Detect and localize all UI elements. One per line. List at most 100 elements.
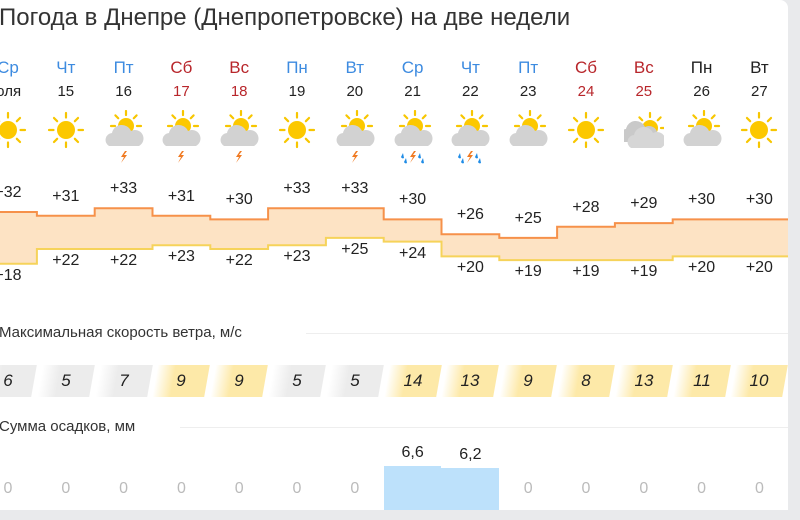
- wind-speed-cell: 7: [94, 365, 153, 397]
- wind-speed-cell: 13: [441, 365, 500, 397]
- low-temperature-label: +22: [225, 252, 253, 269]
- precipitation-value: 0: [754, 480, 764, 497]
- weather-icon: [0, 111, 27, 149]
- wind-section-title: Максимальная скорость ветра, м/с: [0, 324, 242, 341]
- temperature-band: [268, 208, 327, 246]
- temperature-band: [614, 223, 674, 261]
- precipitation-value: 6,2: [459, 446, 482, 463]
- weather-icon: [567, 111, 605, 149]
- temperature-band: [0, 212, 38, 264]
- precipitation-value: 0: [61, 480, 71, 497]
- thunder-icon: [236, 151, 243, 163]
- weather-icon: [47, 111, 84, 149]
- precipitation-value: 0: [639, 480, 649, 497]
- high-temperature-label: +33: [283, 180, 311, 198]
- weather-icon: [105, 110, 144, 146]
- sun-icon: [278, 111, 316, 149]
- precipitation-value: 0: [350, 480, 360, 497]
- wind-speed-cell: 11: [672, 365, 731, 397]
- wind-speed-value: 11: [692, 371, 711, 390]
- precipitation-icon: [120, 151, 127, 163]
- divider: [180, 427, 788, 428]
- sun-cloud-icon: [451, 110, 490, 146]
- low-temperature-label: +25: [341, 240, 369, 258]
- low-temperature-label: +23: [167, 248, 195, 266]
- low-temperature-label: +18: [0, 266, 22, 284]
- precipitation-value: 0: [292, 480, 302, 497]
- wind-speed-cell: 5: [268, 365, 326, 397]
- wind-speed-cell: 9: [499, 365, 558, 397]
- temperature-band: [383, 219, 442, 242]
- precipitation-icon: [458, 151, 482, 164]
- wind-speed-value: 14: [403, 371, 423, 390]
- sun-cloud-icon: [683, 110, 722, 146]
- high-temperature-label: +30: [688, 191, 716, 209]
- temperature-band: [557, 226, 616, 261]
- weather-icon: [394, 110, 433, 146]
- precipitation-bar: [383, 466, 442, 510]
- precipitation-value: 0: [523, 480, 533, 497]
- weather-icon: [336, 110, 375, 146]
- temperature-band: [441, 234, 500, 257]
- forecast-card: Погода в Днепре (Днепропетровске) на две…: [0, 0, 788, 510]
- low-temperature-label: +19: [630, 263, 658, 281]
- wind-speed-cell: 13: [614, 365, 673, 397]
- precipitation-icon: [351, 151, 358, 163]
- divider: [306, 333, 788, 334]
- precipitation-icon: [236, 151, 243, 163]
- wind-speed-cell: 6: [0, 365, 37, 397]
- thunder-icon: [351, 151, 358, 163]
- sun-cloud-icon: [336, 110, 375, 146]
- weather-icon: [683, 110, 722, 146]
- weather-icon: [509, 110, 548, 146]
- low-temperature-label: +23: [283, 248, 311, 266]
- sun-cloud-icon: [162, 110, 201, 146]
- cloudy-sun-icon: [623, 111, 664, 148]
- thunder-icon: [178, 151, 185, 163]
- wind-speed-value: 9: [234, 371, 244, 390]
- wind-speed-value: 13: [460, 371, 480, 390]
- high-temperature-label: +30: [745, 191, 773, 209]
- wind-speed-value: 5: [292, 371, 302, 390]
- wind-speed-cell: 5: [325, 365, 384, 397]
- low-temperature-label: +24: [399, 244, 427, 262]
- temperature-band: [499, 237, 558, 261]
- wind-speed-cell: 14: [383, 365, 442, 397]
- sun-icon: [0, 111, 27, 149]
- high-temperature-label: +30: [225, 191, 253, 209]
- temperature-band: [325, 208, 385, 238]
- sun-cloud-icon: [220, 110, 259, 146]
- high-temperature-label: +28: [572, 198, 600, 216]
- high-temperature-label: +33: [110, 180, 138, 198]
- rain-thunder-icon: [400, 151, 424, 164]
- wind-speed-cell: 9: [210, 365, 269, 397]
- high-temperature-label: +31: [167, 187, 195, 205]
- sun-cloud-icon: [394, 110, 433, 146]
- low-temperature-label: +22: [52, 252, 80, 269]
- precipitation-value: 0: [234, 480, 244, 497]
- temperature-band: [672, 219, 731, 257]
- wind-speed-cell: 5: [36, 365, 95, 397]
- high-temperature-label: +31: [52, 187, 80, 205]
- precipitation-icon: [400, 151, 424, 164]
- weather-icon: [162, 110, 201, 146]
- high-temperature-label: +30: [399, 191, 427, 209]
- sun-icon: [741, 111, 778, 149]
- low-temperature-label: +19: [514, 263, 542, 281]
- sun-cloud-icon: [509, 110, 548, 146]
- weather-icon: [220, 110, 259, 146]
- precipitation-icon: [178, 151, 185, 163]
- wind-speed-cell: 8: [557, 365, 615, 397]
- precipitation-bar: [441, 468, 500, 510]
- low-temperature-label: +20: [456, 259, 484, 277]
- high-temperature-label: +29: [630, 195, 658, 213]
- wind-speed-value: 10: [749, 371, 769, 390]
- sun-icon: [567, 111, 605, 149]
- low-temperature-label: +19: [572, 263, 600, 281]
- high-temperature-label: +33: [341, 180, 369, 198]
- temperature-band: [94, 208, 153, 249]
- low-temperature-label: +22: [110, 252, 138, 269]
- precipitation-value: 0: [3, 480, 13, 497]
- precip-section-title: Сумма осадков, мм: [0, 418, 136, 435]
- weather-icon: [623, 111, 664, 148]
